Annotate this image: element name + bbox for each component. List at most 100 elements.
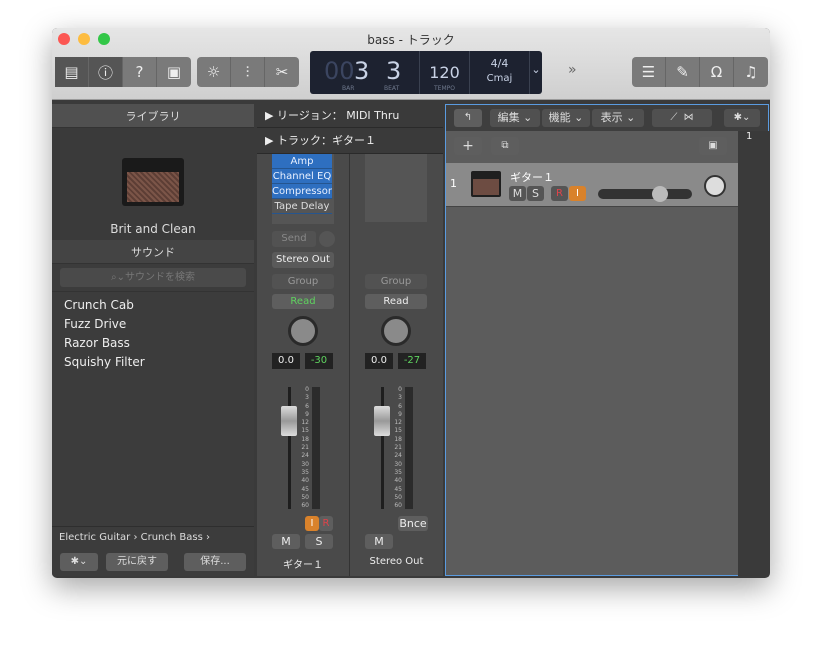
meter-tick: 0 <box>398 386 402 393</box>
scissors-icon[interactable]: ✂ <box>265 57 299 87</box>
track-mute-button[interactable]: M <box>509 186 526 201</box>
peak-value[interactable]: -30 <box>305 353 333 369</box>
tracks-gear-button[interactable]: ✱⌄ <box>724 109 760 127</box>
save-button[interactable]: 保存... <box>184 553 246 571</box>
key-value: Cmaj <box>486 73 513 84</box>
track-inspector-toggle[interactable]: ▶ トラック：ギター１ <box>257 128 443 154</box>
meter-tick: 60 <box>394 502 402 510</box>
gear-icon: ✱⌄ <box>70 556 88 567</box>
tracks-area: ↰ 編集 ⌄ 機能 ⌄ 表示 ⌄ ⟋ ⋈ ✱⌄ 1 + ⧉ ▣ 1 ギター１ M… <box>445 104 769 577</box>
strip-name: Stereo Out <box>369 556 424 567</box>
info-icon[interactable]: ⓘ <box>89 57 123 87</box>
sound-item[interactable]: Squishy Filter <box>64 353 242 372</box>
meter-tick: 50 <box>301 493 309 501</box>
track-number: 1 <box>450 177 457 190</box>
pan-knob[interactable] <box>381 316 411 346</box>
meter-tick: 21 <box>394 444 402 452</box>
bounce-button[interactable]: Bnce <box>398 516 428 531</box>
metronome-icon[interactable]: ☼ <box>197 57 231 87</box>
logic-window: bass - トラック ▤ ⓘ ? ▣ ☼ ⫶ ✂ 00 3 3 BAR BEA… <box>52 28 770 578</box>
list-icon[interactable]: ☰ <box>632 57 666 87</box>
path-item[interactable]: Electric Guitar <box>59 532 130 543</box>
meter-tick: 18 <box>301 435 309 443</box>
bar-value: 3 <box>354 57 370 85</box>
plugin-slots-empty <box>365 154 427 222</box>
meter-tick: 3 <box>305 394 309 402</box>
mute-button[interactable]: M <box>272 534 300 549</box>
menu-view[interactable]: 表示 ⌄ <box>592 109 644 127</box>
titlebar: bass - トラック ▤ ⓘ ? ▣ ☼ ⫶ ✂ 00 3 3 BAR BEA… <box>52 28 770 100</box>
automation-mode[interactable]: Read <box>272 294 334 309</box>
revert-button[interactable]: 元に戻す <box>106 553 168 571</box>
lcd-dropdown-icon[interactable]: ⌄ <box>530 63 542 76</box>
flex-icon: ⋈ <box>683 112 694 123</box>
send-slot[interactable]: Send <box>272 231 316 247</box>
track-solo-button[interactable]: S <box>527 186 544 201</box>
automation-catch-buttons[interactable]: ⟋ ⋈ <box>652 109 712 127</box>
path-item[interactable]: Crunch Bass <box>141 532 203 543</box>
plugin-slot[interactable]: Channel EQ <box>272 169 332 184</box>
plugin-slot[interactable]: Tape Delay <box>272 199 332 214</box>
duplicate-track-button[interactable]: ⧉ <box>491 137 519 155</box>
tool-buttons: ☼ ⫶ ✂ <box>197 57 299 87</box>
plugin-slot[interactable]: Amp <box>272 154 332 169</box>
volume-value[interactable]: 0.0 <box>365 353 393 369</box>
workspace[interactable] <box>738 131 769 577</box>
output-slot[interactable]: Stereo Out <box>272 252 334 268</box>
back-icon[interactable]: ↰ <box>454 109 482 127</box>
meter-tick: 0 <box>305 386 309 393</box>
mute-button[interactable]: M <box>365 534 393 549</box>
window-title: bass - トラック <box>367 33 455 47</box>
tempo-display[interactable]: 120 TEMPO <box>420 51 470 94</box>
menu-edit[interactable]: 編集 ⌄ <box>490 109 540 127</box>
media-icon[interactable]: ♫ <box>734 57 768 87</box>
volume-value[interactable]: 0.0 <box>272 353 300 369</box>
global-tracks-button[interactable]: ▣ <box>699 137 727 155</box>
library-icon[interactable]: ▤ <box>55 57 89 87</box>
library-panel: ライブラリ Brit and Clean サウンド ⌕⌄サウンドを検索 Crun… <box>52 104 254 576</box>
sound-item[interactable]: Crunch Cab <box>64 296 242 315</box>
search-icon: ⌕⌄ <box>111 272 125 283</box>
record-enable-button[interactable]: R <box>319 516 333 531</box>
sound-item[interactable]: Fuzz Drive <box>64 315 242 334</box>
input-monitor-button[interactable]: I <box>305 516 319 531</box>
editor-icon[interactable]: ▣ <box>157 57 191 87</box>
track-record-button[interactable]: R <box>551 186 568 201</box>
help-icon[interactable]: ? <box>123 57 157 87</box>
track-pan-knob[interactable] <box>704 175 726 197</box>
track-volume-slider[interactable] <box>598 186 692 202</box>
solo-button[interactable]: S <box>305 534 333 549</box>
meter-tick: 12 <box>394 419 402 427</box>
track-name[interactable]: ギター１ <box>510 169 554 185</box>
lcd-display[interactable]: 00 3 3 BAR BEAT 120 TEMPO 4/4 Cmaj ⌄ <box>310 51 542 94</box>
track-input-monitor-button[interactable]: I <box>569 186 586 201</box>
sound-item[interactable]: Razor Bass <box>64 334 242 353</box>
bar-leading: 00 <box>324 57 355 85</box>
library-header: ライブラリ <box>52 104 254 128</box>
meter-tick: 40 <box>301 477 309 485</box>
position-display[interactable]: 00 3 3 BAR BEAT <box>310 51 420 94</box>
more-icon[interactable]: » <box>568 62 577 78</box>
mixer-icon[interactable]: ⫶ <box>231 57 265 87</box>
loop-icon[interactable]: Ω <box>700 57 734 87</box>
signature-display[interactable]: 4/4 Cmaj <box>470 51 530 94</box>
menu-functions[interactable]: 機能 ⌄ <box>542 109 590 127</box>
patch-area: Brit and Clean <box>52 128 254 240</box>
sound-search-input[interactable]: ⌕⌄サウンドを検索 <box>60 268 246 287</box>
peak-value[interactable]: -27 <box>398 353 426 369</box>
add-track-button[interactable]: + <box>454 137 482 155</box>
region-inspector-toggle[interactable]: ▶ リージョン： MIDI Thru <box>257 104 443 128</box>
automation-icon: ⟋ <box>670 112 678 123</box>
notepad-icon[interactable]: ✎ <box>666 57 700 87</box>
plugin-slot[interactable]: Compressor <box>272 184 332 199</box>
group-slot[interactable]: Group <box>365 274 427 289</box>
library-gear-button[interactable]: ✱⌄ <box>60 553 98 571</box>
meter-tick: 24 <box>301 452 309 460</box>
send-knob[interactable] <box>319 231 335 247</box>
group-slot[interactable]: Group <box>272 274 334 289</box>
meter-scale: 0 3 6 9 12 15 18 21 24 30 35 40 45 50 60 <box>295 386 309 510</box>
pan-knob[interactable] <box>288 316 318 346</box>
automation-mode[interactable]: Read <box>365 294 427 309</box>
track-header[interactable]: 1 ギター１ M S R I <box>446 163 738 207</box>
meter-scale: 0 3 6 9 12 15 18 21 24 30 35 40 45 50 60 <box>388 386 402 510</box>
